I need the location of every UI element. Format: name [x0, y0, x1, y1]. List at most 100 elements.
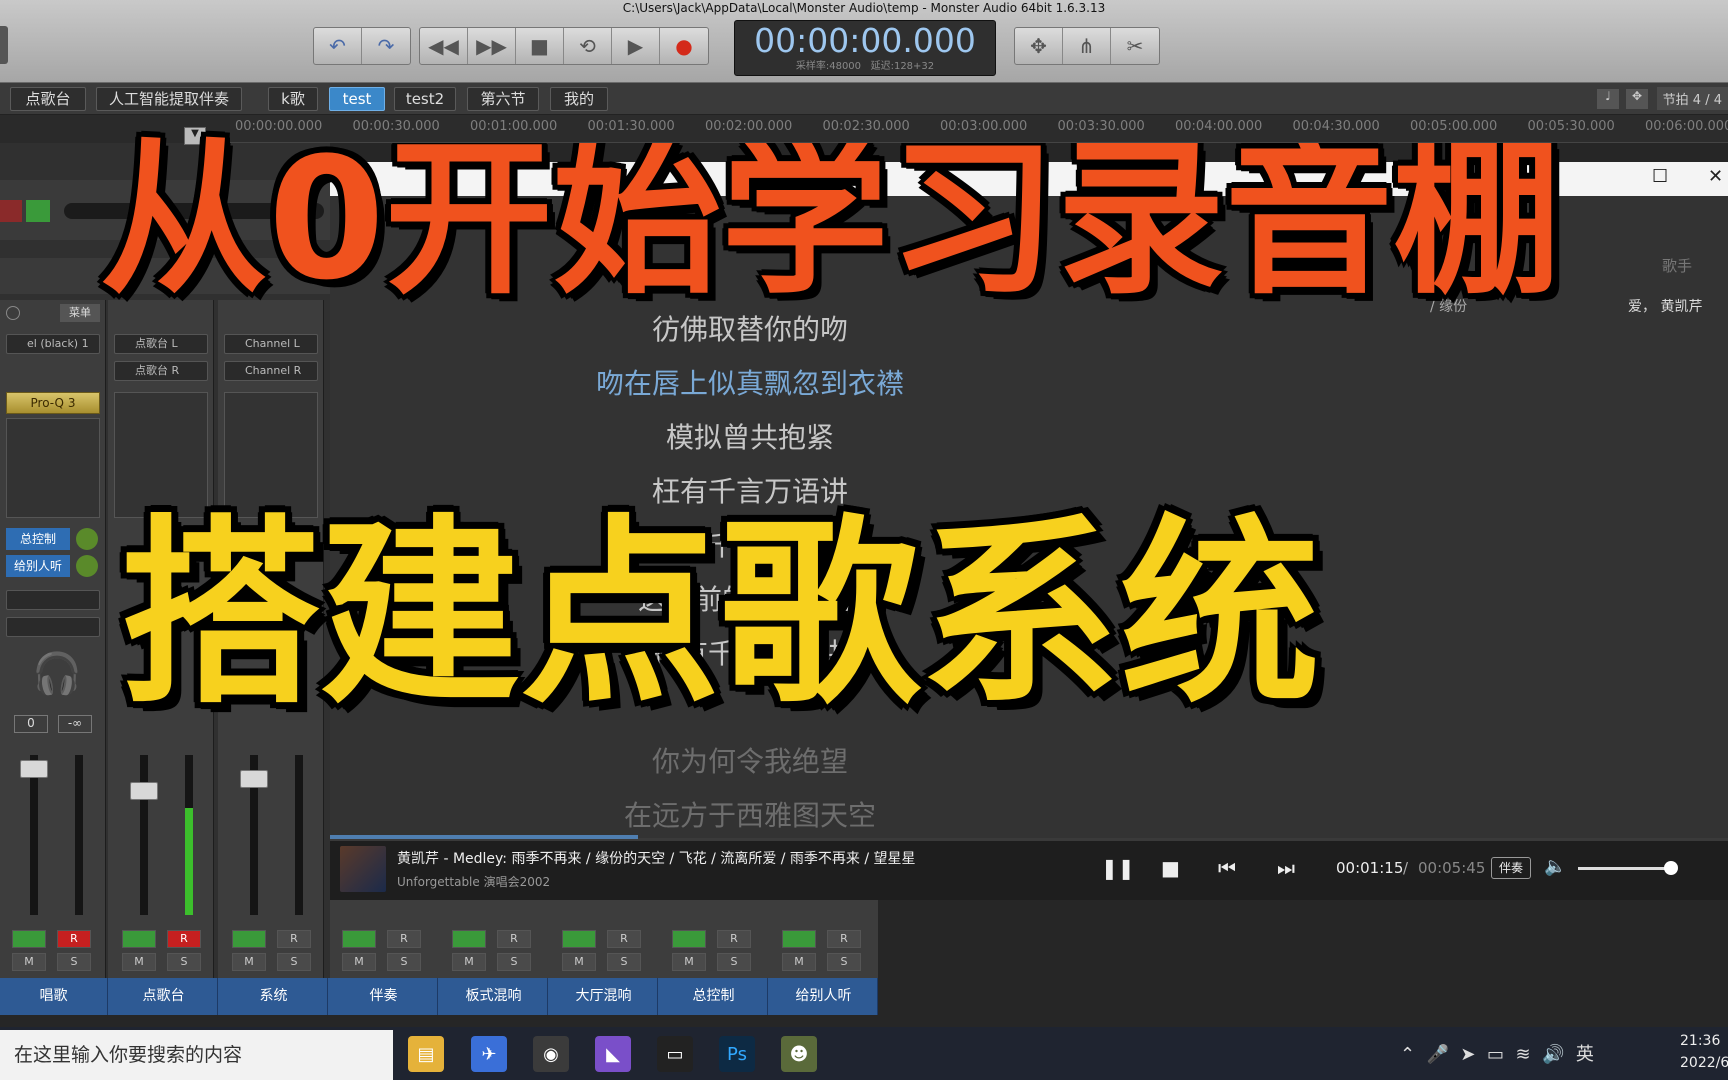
cut-tool-icon[interactable]: ✂ [1111, 28, 1159, 64]
tab-5[interactable]: 第六节 [467, 87, 539, 111]
move-tool-icon[interactable]: ✥ [1015, 28, 1063, 64]
mute-button-2[interactable]: M [232, 953, 266, 971]
chevron-up-icon[interactable]: ⌃ [1400, 1044, 1415, 1065]
mute-button-3[interactable]: M [342, 953, 376, 971]
mute-button-1[interactable]: M [122, 953, 156, 971]
strip-name-4[interactable]: 板式混响 [440, 978, 548, 1015]
previous-icon[interactable]: ⏮ [1218, 856, 1236, 880]
visual-studio-icon[interactable]: ◣ [595, 1036, 631, 1072]
speaker-icon[interactable]: 🔊 [1542, 1044, 1564, 1065]
insert-select-2[interactable] [6, 617, 100, 637]
play-icon[interactable]: ▶ [612, 28, 660, 64]
menu-button[interactable]: 菜单 [60, 304, 100, 322]
record-arm-6[interactable]: R [717, 930, 751, 948]
record-arm-4[interactable]: R [497, 930, 531, 948]
record-arm-7[interactable]: R [827, 930, 861, 948]
volume-knob[interactable] [1664, 861, 1678, 875]
tab-2[interactable]: k歌 [268, 87, 318, 111]
mute-button-4[interactable]: M [452, 953, 486, 971]
file-explorer-icon[interactable]: ▤ [408, 1036, 444, 1072]
send-others[interactable]: 给别人听 [6, 555, 70, 577]
time-signature[interactable]: 节拍 4 / 4 [1656, 87, 1728, 110]
solo-button-4[interactable]: S [497, 953, 531, 971]
track-record-icon[interactable] [0, 200, 22, 222]
tab-3[interactable]: test [329, 87, 385, 111]
record-icon[interactable]: ● [660, 28, 708, 64]
fader-knob-1[interactable] [130, 782, 158, 800]
send-knob[interactable] [76, 528, 98, 550]
volume-slider[interactable] [1578, 867, 1674, 870]
solo-button-5[interactable]: S [607, 953, 641, 971]
solo-button-1[interactable]: S [167, 953, 201, 971]
pan-value[interactable]: -∞ [58, 715, 92, 733]
input-select-2[interactable]: 点歌台 R [114, 361, 208, 381]
input-select[interactable]: 点歌台 L [114, 334, 208, 354]
input-select[interactable]: el (black) 1 [6, 334, 100, 354]
mute-button-7[interactable]: M [782, 953, 816, 971]
solo-button-3[interactable]: S [387, 953, 421, 971]
mic-icon[interactable]: 🎤 [1427, 1044, 1449, 1065]
send-master[interactable]: 总控制 [6, 528, 70, 550]
stop-icon[interactable]: ■ [1161, 856, 1180, 880]
tab-0[interactable]: 点歌台 [10, 87, 86, 111]
mute-button-5[interactable]: M [562, 953, 596, 971]
record-arm-3[interactable]: R [387, 930, 421, 948]
record-arm-0[interactable]: R [57, 930, 91, 948]
split-tool-icon[interactable]: ⋔ [1063, 28, 1111, 64]
speaker-toggle-4[interactable] [452, 930, 486, 948]
wifi-icon[interactable]: ≋ [1515, 1044, 1530, 1065]
photoshop-icon[interactable]: Ps [719, 1036, 755, 1072]
loop-icon[interactable]: ⟲ [564, 28, 612, 64]
app-icon[interactable]: ☻ [781, 1036, 817, 1072]
send-icon[interactable]: ➤ [1460, 1044, 1475, 1065]
insert-select[interactable] [6, 590, 100, 610]
input-select[interactable]: Channel L [224, 334, 318, 354]
input-select-2[interactable]: Channel R [224, 361, 318, 381]
accompaniment-button[interactable]: 伴奏 [1491, 857, 1531, 879]
strip-name-2[interactable]: 系统 [220, 978, 328, 1015]
ime-indicator[interactable]: 英 [1576, 1044, 1594, 1065]
strip-name-0[interactable]: 唱歌 [0, 978, 108, 1015]
strip-name-5[interactable]: 大厅混响 [550, 978, 658, 1015]
fader-track-1[interactable] [140, 755, 148, 915]
strip-name-3[interactable]: 伴奏 [330, 978, 438, 1015]
solo-button-2[interactable]: S [277, 953, 311, 971]
left-edge-button[interactable] [0, 26, 8, 64]
speaker-toggle-7[interactable] [782, 930, 816, 948]
record-arm-2[interactable]: R [277, 930, 311, 948]
fader-knob-0[interactable] [20, 760, 48, 778]
tab-6[interactable]: 我的 [550, 87, 608, 111]
snap-icon[interactable]: ✥ [1626, 89, 1648, 109]
pause-icon[interactable]: ❚❚ [1101, 856, 1135, 880]
speaker-toggle-2[interactable] [232, 930, 266, 948]
metronome-icon[interactable]: ♩ [1597, 89, 1619, 109]
mute-button-6[interactable]: M [672, 953, 706, 971]
mute-button-0[interactable]: M [12, 953, 46, 971]
maximize-icon[interactable]: ☐ [1652, 166, 1668, 187]
speaker-toggle-6[interactable] [672, 930, 706, 948]
stop-icon[interactable]: ■ [516, 28, 564, 64]
playback-progress[interactable] [330, 835, 638, 839]
rewind-icon[interactable]: ◀◀ [420, 28, 468, 64]
clock[interactable]: 21:36 2022/6/ [1680, 1030, 1728, 1074]
next-icon[interactable]: ⏭ [1277, 856, 1295, 880]
send-knob-2[interactable] [76, 555, 98, 577]
list-singer[interactable]: 爱， 黄凯芹 [1628, 296, 1702, 316]
volume-value[interactable]: 0 [14, 715, 48, 733]
fader-track-0[interactable] [30, 755, 38, 915]
battery-icon[interactable]: ▭ [1487, 1044, 1504, 1065]
solo-button-6[interactable]: S [717, 953, 751, 971]
speaker-toggle-1[interactable] [122, 930, 156, 948]
tab-4[interactable]: test2 [394, 87, 456, 111]
speaker-toggle-5[interactable] [562, 930, 596, 948]
strip-name-1[interactable]: 点歌台 [110, 978, 218, 1015]
solo-button-0[interactable]: S [57, 953, 91, 971]
feishu-icon[interactable]: ✈ [471, 1036, 507, 1072]
fader-knob-2[interactable] [240, 770, 268, 788]
record-arm-5[interactable]: R [607, 930, 641, 948]
headphone-icon[interactable]: 🎧 [32, 650, 82, 697]
volume-icon[interactable]: 🔈 [1544, 856, 1566, 877]
strip-name-6[interactable]: 总控制 [660, 978, 768, 1015]
speaker-toggle-0[interactable] [12, 930, 46, 948]
terminal-icon[interactable]: ▭ [657, 1036, 693, 1072]
